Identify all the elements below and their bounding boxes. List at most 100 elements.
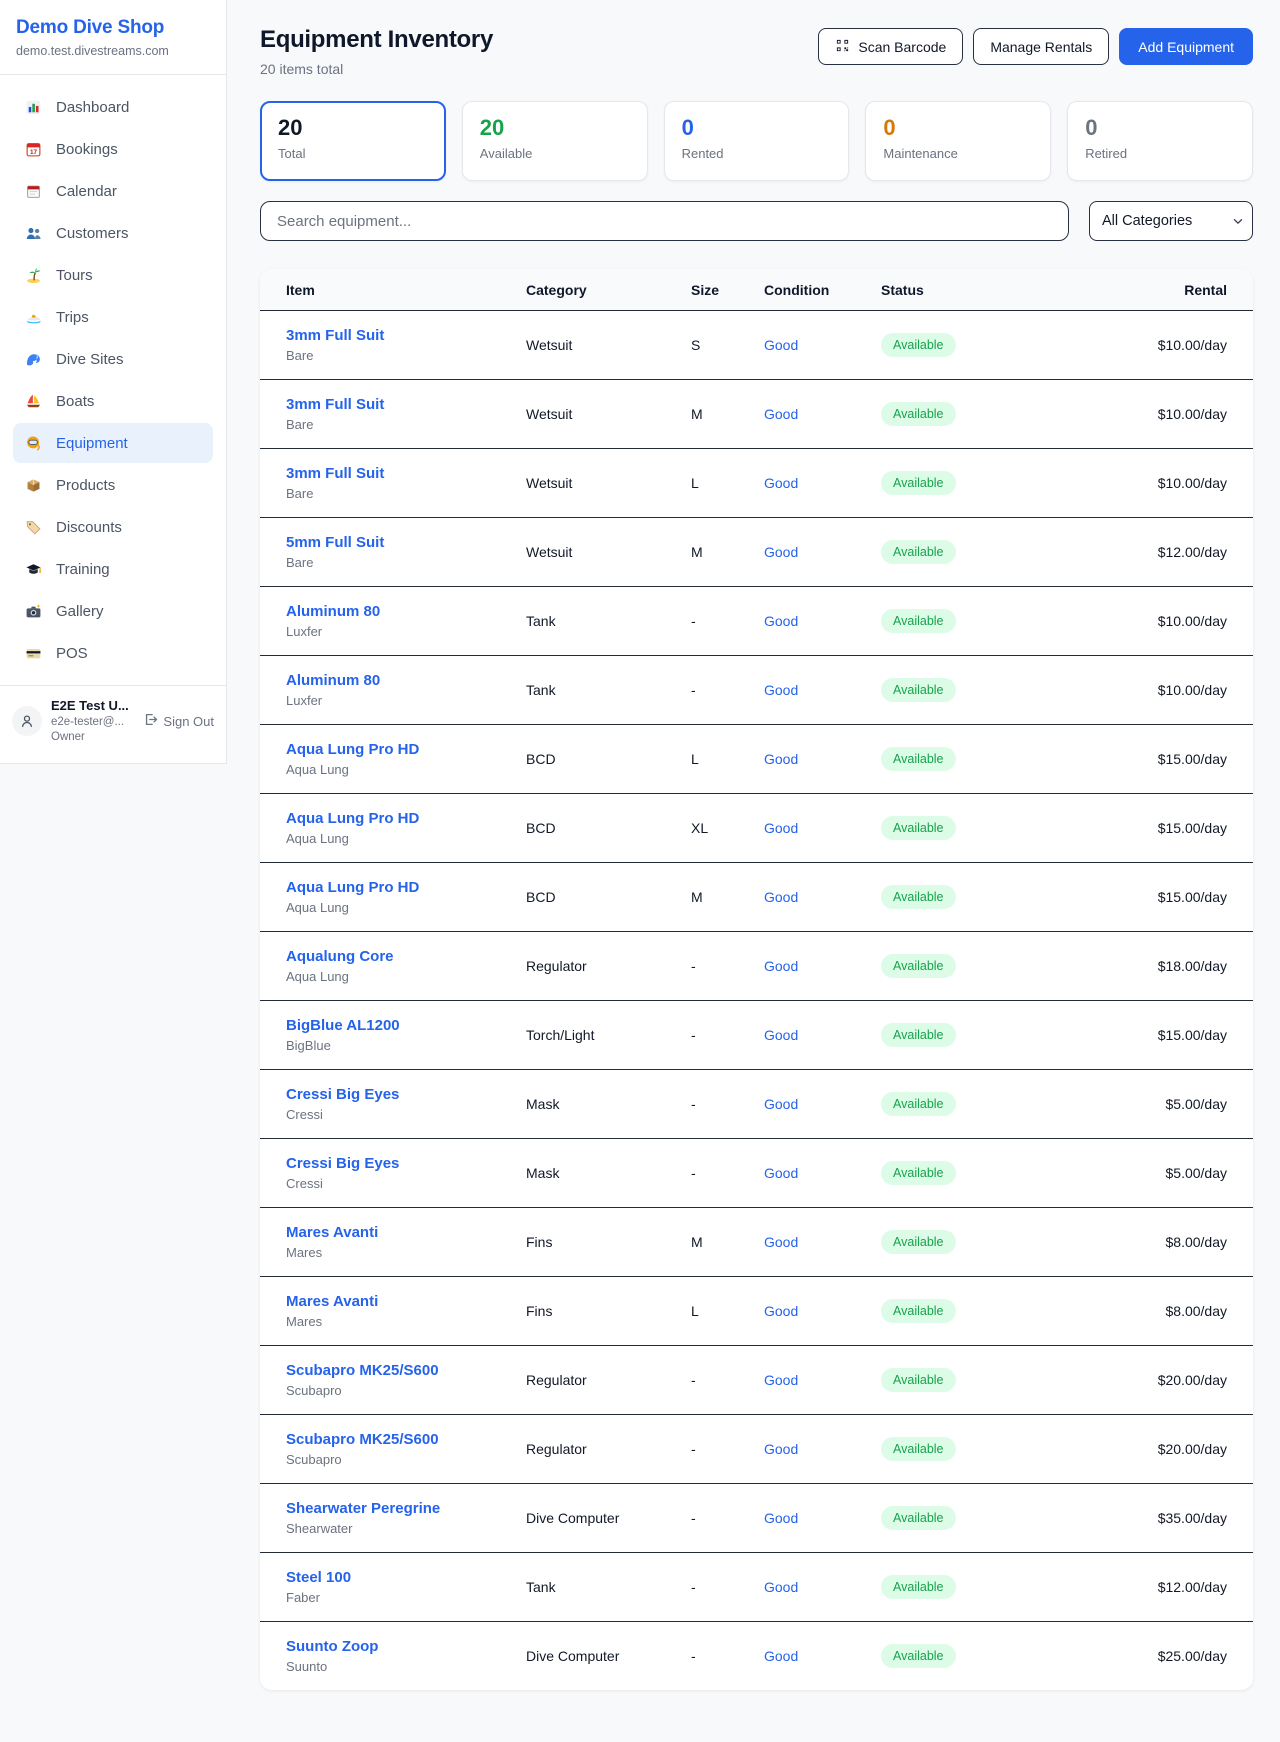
condition-link[interactable]: Good (764, 1303, 881, 1319)
table-row[interactable]: Mares Avanti Mares Fins M Good Available… (260, 1208, 1253, 1277)
item-link[interactable]: Scubapro MK25/S600 (286, 1362, 526, 1379)
sidebar-item-gallery[interactable]: Gallery (13, 591, 213, 631)
item-link[interactable]: 3mm Full Suit (286, 465, 526, 482)
sidebar-item-label: Customers (56, 225, 129, 242)
brand-name[interactable]: Demo Dive Shop (16, 17, 212, 39)
add-equipment-button[interactable]: Add Equipment (1119, 28, 1253, 65)
sidebar-item-products[interactable]: Products (13, 465, 213, 505)
item-link[interactable]: Suunto Zoop (286, 1638, 526, 1655)
item-link[interactable]: BigBlue AL1200 (286, 1017, 526, 1034)
item-link[interactable]: Aqualung Core (286, 948, 526, 965)
condition-link[interactable]: Good (764, 1441, 881, 1457)
sidebar-item-customers[interactable]: Customers (13, 213, 213, 253)
table-row[interactable]: BigBlue AL1200 BigBlue Torch/Light - Goo… (260, 1001, 1253, 1070)
item-link[interactable]: 3mm Full Suit (286, 327, 526, 344)
condition-link[interactable]: Good (764, 613, 881, 629)
item-link[interactable]: Aluminum 80 (286, 672, 526, 689)
condition-link[interactable]: Good (764, 406, 881, 422)
table-row[interactable]: Mares Avanti Mares Fins L Good Available… (260, 1277, 1253, 1346)
user-section: E2E Test U... e2e-tester@... Owner Sign … (0, 686, 226, 759)
sidebar-item-label: Tours (56, 267, 93, 284)
cell-category: Torch/Light (526, 1027, 691, 1043)
condition-link[interactable]: Good (764, 1579, 881, 1595)
condition-link[interactable]: Good (764, 751, 881, 767)
table-row[interactable]: Scubapro MK25/S600 Scubapro Regulator - … (260, 1346, 1253, 1415)
sidebar-item-training[interactable]: Training (13, 549, 213, 589)
stat-card-available[interactable]: 20 Available (462, 101, 648, 181)
sidebar-item-dive-sites[interactable]: Dive Sites (13, 339, 213, 379)
cell-rental: $15.00/day (1061, 820, 1227, 836)
calendar-icon (24, 182, 43, 200)
table-row[interactable]: 3mm Full Suit Bare Wetsuit S Good Availa… (260, 311, 1253, 380)
table-row[interactable]: Cressi Big Eyes Cressi Mask - Good Avail… (260, 1070, 1253, 1139)
table-row[interactable]: Cressi Big Eyes Cressi Mask - Good Avail… (260, 1139, 1253, 1208)
sidebar-item-bookings[interactable]: 17 Bookings (13, 129, 213, 169)
sign-out-button[interactable]: Sign Out (143, 712, 214, 730)
sidebar-item-dashboard[interactable]: Dashboard (13, 87, 213, 127)
item-brand: Shearwater (286, 1521, 526, 1536)
condition-link[interactable]: Good (764, 1096, 881, 1112)
condition-link[interactable]: Good (764, 1234, 881, 1250)
item-link[interactable]: Aluminum 80 (286, 603, 526, 620)
stat-card-retired[interactable]: 0 Retired (1067, 101, 1253, 181)
search-input[interactable] (260, 201, 1069, 241)
condition-link[interactable]: Good (764, 1372, 881, 1388)
condition-link[interactable]: Good (764, 958, 881, 974)
sidebar-item-boats[interactable]: Boats (13, 381, 213, 421)
condition-link[interactable]: Good (764, 1165, 881, 1181)
table-row[interactable]: Aluminum 80 Luxfer Tank - Good Available… (260, 656, 1253, 725)
sidebar-item-tours[interactable]: Tours (13, 255, 213, 295)
cell-size: M (691, 1234, 764, 1250)
table-row[interactable]: 5mm Full Suit Bare Wetsuit M Good Availa… (260, 518, 1253, 587)
item-link[interactable]: Scubapro MK25/S600 (286, 1431, 526, 1448)
sidebar-item-equipment[interactable]: Equipment (13, 423, 213, 463)
item-link[interactable]: Aqua Lung Pro HD (286, 741, 526, 758)
item-link[interactable]: 3mm Full Suit (286, 396, 526, 413)
sidebar-item-trips[interactable]: Trips (13, 297, 213, 337)
table-row[interactable]: 3mm Full Suit Bare Wetsuit M Good Availa… (260, 380, 1253, 449)
item-link[interactable]: Aqua Lung Pro HD (286, 879, 526, 896)
stat-card-rented[interactable]: 0 Rented (664, 101, 850, 181)
condition-link[interactable]: Good (764, 889, 881, 905)
item-link[interactable]: Steel 100 (286, 1569, 526, 1586)
table-row[interactable]: Aqualung Core Aqua Lung Regulator - Good… (260, 932, 1253, 1001)
table-row[interactable]: 3mm Full Suit Bare Wetsuit L Good Availa… (260, 449, 1253, 518)
scan-barcode-button[interactable]: Scan Barcode (818, 28, 963, 65)
stat-card-total[interactable]: 20 Total (260, 101, 446, 181)
item-link[interactable]: 5mm Full Suit (286, 534, 526, 551)
item-link[interactable]: Mares Avanti (286, 1293, 526, 1310)
sidebar-item-calendar[interactable]: Calendar (13, 171, 213, 211)
table-row[interactable]: Shearwater Peregrine Shearwater Dive Com… (260, 1484, 1253, 1553)
manage-rentals-button[interactable]: Manage Rentals (973, 28, 1109, 65)
table-row[interactable]: Steel 100 Faber Tank - Good Available $1… (260, 1553, 1253, 1622)
item-link[interactable]: Mares Avanti (286, 1224, 526, 1241)
condition-link[interactable]: Good (764, 1510, 881, 1526)
condition-link[interactable]: Good (764, 682, 881, 698)
stat-card-maintenance[interactable]: 0 Maintenance (865, 101, 1051, 181)
item-link[interactable]: Shearwater Peregrine (286, 1500, 526, 1517)
status-badge: Available (881, 1299, 956, 1323)
condition-link[interactable]: Good (764, 337, 881, 353)
condition-link[interactable]: Good (764, 475, 881, 491)
sidebar-item-label: POS (56, 645, 88, 662)
condition-link[interactable]: Good (764, 820, 881, 836)
table-row[interactable]: Aluminum 80 Luxfer Tank - Good Available… (260, 587, 1253, 656)
table-row[interactable]: Scubapro MK25/S600 Scubapro Regulator - … (260, 1415, 1253, 1484)
item-link[interactable]: Cressi Big Eyes (286, 1086, 526, 1103)
table-row[interactable]: Aqua Lung Pro HD Aqua Lung BCD M Good Av… (260, 863, 1253, 932)
sidebar-item-pos[interactable]: POS (13, 633, 213, 673)
sidebar-item-discounts[interactable]: Discounts (13, 507, 213, 547)
sign-out-label: Sign Out (163, 714, 214, 729)
package-icon (24, 476, 43, 494)
table-row[interactable]: Aqua Lung Pro HD Aqua Lung BCD L Good Av… (260, 725, 1253, 794)
category-select[interactable]: All Categories (1089, 201, 1253, 241)
cell-size: - (691, 1165, 764, 1181)
condition-link[interactable]: Good (764, 1648, 881, 1664)
item-link[interactable]: Aqua Lung Pro HD (286, 810, 526, 827)
condition-link[interactable]: Good (764, 544, 881, 560)
table-row[interactable]: Suunto Zoop Suunto Dive Computer - Good … (260, 1622, 1253, 1690)
item-link[interactable]: Cressi Big Eyes (286, 1155, 526, 1172)
item-brand: Mares (286, 1314, 526, 1329)
table-row[interactable]: Aqua Lung Pro HD Aqua Lung BCD XL Good A… (260, 794, 1253, 863)
condition-link[interactable]: Good (764, 1027, 881, 1043)
